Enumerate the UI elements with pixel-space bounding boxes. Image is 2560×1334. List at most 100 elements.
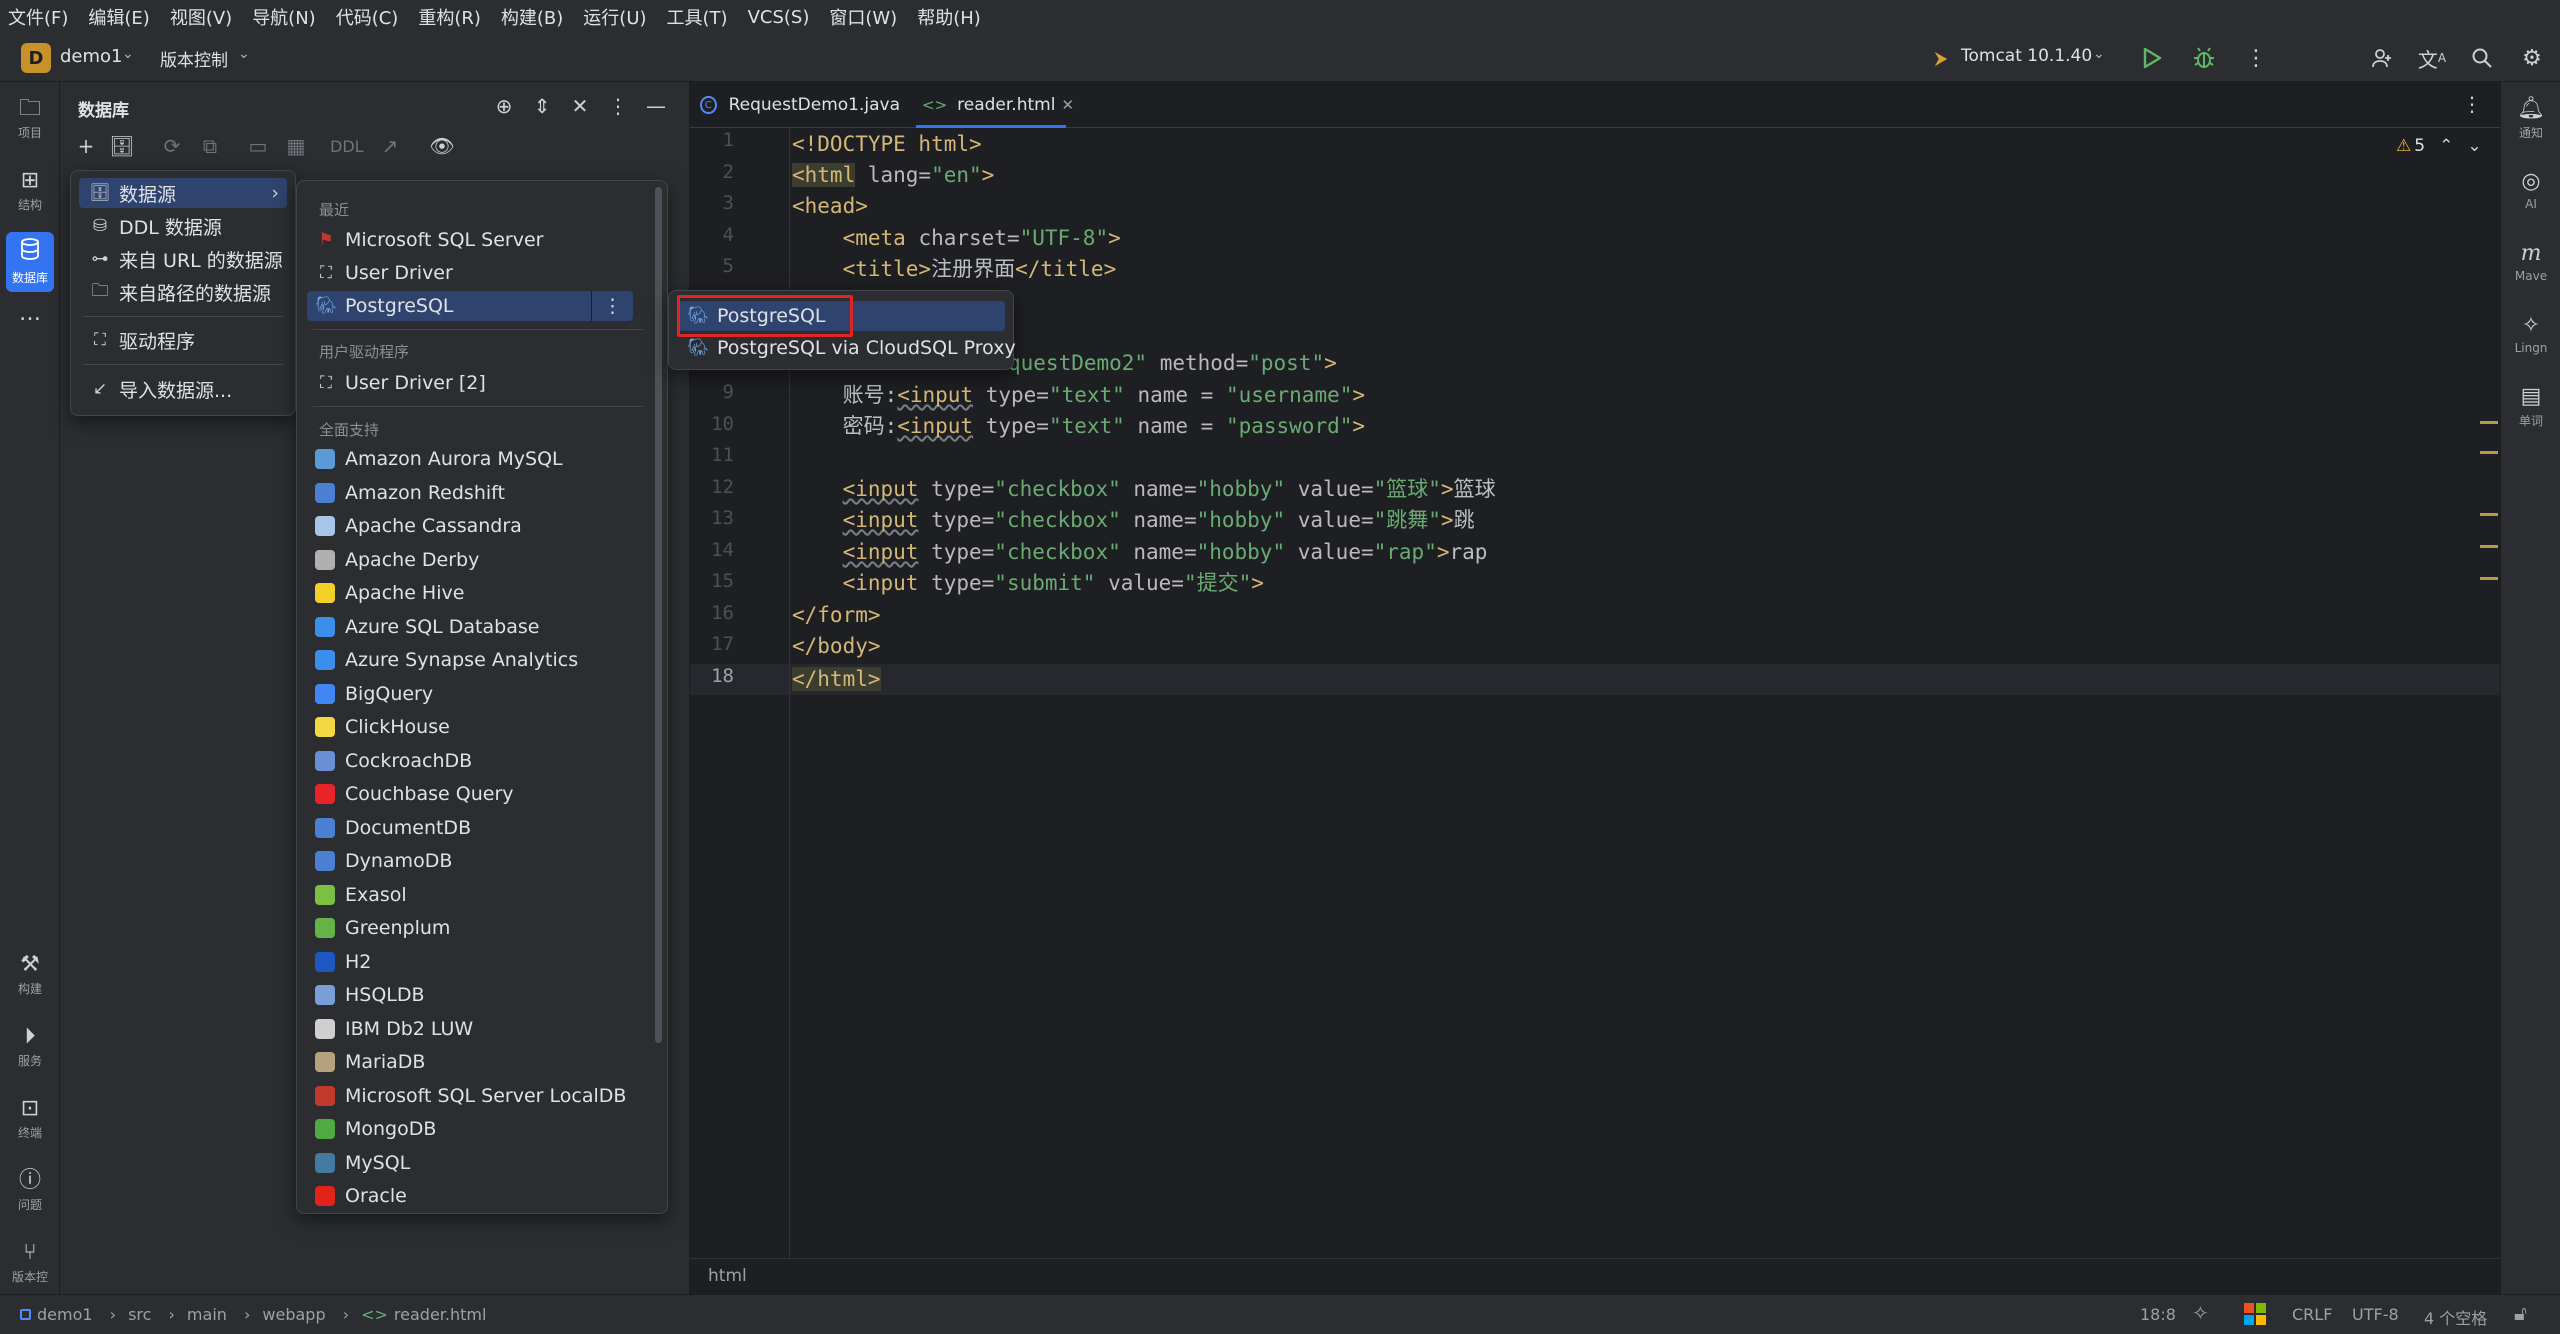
warning-marker[interactable] bbox=[2480, 577, 2498, 580]
ds-full-clickhouse[interactable]: ClickHouse bbox=[307, 712, 647, 742]
menu-item-import[interactable]: ↙ 导入数据源... bbox=[79, 374, 287, 404]
tool-database[interactable]: 数据库 bbox=[6, 232, 54, 292]
settings-gear-icon[interactable]: ⚙ bbox=[2516, 42, 2548, 74]
line-number[interactable]: 15 bbox=[690, 570, 734, 592]
hide-icon[interactable]: — bbox=[640, 90, 672, 122]
tool-dictionary[interactable]: ▤ 单词 bbox=[2507, 376, 2555, 436]
menu-8[interactable]: 工具(T) bbox=[667, 4, 728, 30]
scrollbar-thumb[interactable] bbox=[655, 187, 662, 1043]
close-tab-icon[interactable]: ✕ bbox=[1061, 96, 1074, 114]
vcs-widget[interactable]: 版本控制 bbox=[160, 46, 228, 71]
line-number[interactable]: 16 bbox=[690, 602, 734, 624]
tool-lingma[interactable]: ✧ Lingn bbox=[2507, 304, 2555, 364]
add-icon[interactable]: + bbox=[70, 130, 102, 162]
run-config-selector[interactable]: Tomcat 10.1.40 bbox=[1961, 46, 2092, 66]
ds-full-mysql[interactable]: MySQL bbox=[307, 1148, 647, 1178]
breadcrumb-item[interactable]: demo1 bbox=[37, 1305, 93, 1324]
warning-marker[interactable] bbox=[2480, 451, 2498, 454]
chevron-up-icon[interactable]: ⌃ bbox=[2439, 136, 2453, 156]
ds-recent-mssql[interactable]: ⚑ Microsoft SQL Server bbox=[307, 225, 647, 255]
ds-full-azure-sql-database[interactable]: Azure SQL Database bbox=[307, 612, 647, 642]
windows-logo-icon[interactable] bbox=[2244, 1303, 2266, 1329]
project-name[interactable]: demo1 bbox=[60, 46, 123, 67]
ds-full-h2[interactable]: H2 bbox=[307, 947, 647, 977]
ds-full-mariadb[interactable]: MariaDB bbox=[307, 1047, 647, 1077]
table-icon[interactable]: ▦ bbox=[280, 130, 312, 162]
breadcrumb-item[interactable]: main bbox=[187, 1305, 227, 1324]
tab-requestdemo1[interactable]: C RequestDemo1.java bbox=[700, 82, 900, 128]
caret-position[interactable]: 18:8 bbox=[2140, 1305, 2176, 1324]
tool-notifications[interactable]: 🔔︎ 通知 bbox=[2507, 88, 2555, 148]
translate-icon[interactable]: 文A bbox=[2416, 42, 2448, 74]
line-number[interactable]: 17 bbox=[690, 633, 734, 655]
line-number[interactable]: 11 bbox=[690, 444, 734, 466]
menu-1[interactable]: 编辑(E) bbox=[88, 4, 149, 30]
tool-ai[interactable]: ◎ AI bbox=[2507, 160, 2555, 220]
ds-full-ibm-db2-luw[interactable]: IBM Db2 LUW bbox=[307, 1014, 647, 1044]
ds-full-greenplum[interactable]: Greenplum bbox=[307, 913, 647, 943]
indent-setting[interactable]: 4 个空格 bbox=[2424, 1305, 2487, 1329]
ds-full-documentdb[interactable]: DocumentDB bbox=[307, 813, 647, 843]
ds-full-azure-synapse-analytics[interactable]: Azure Synapse Analytics bbox=[307, 645, 647, 675]
tool-structure[interactable]: ⊞ 结构 bbox=[6, 160, 54, 220]
ds-full-couchbase-query[interactable]: Couchbase Query bbox=[307, 779, 647, 809]
line-number[interactable]: 5 bbox=[690, 255, 734, 277]
jump-icon[interactable]: ↗ bbox=[374, 130, 406, 162]
tab-reader-html[interactable]: <> reader.html ✕ bbox=[916, 82, 1074, 128]
ds-full-microsoft-sql-server-localdb[interactable]: Microsoft SQL Server LocalDB bbox=[307, 1081, 647, 1111]
menu-7[interactable]: 运行(U) bbox=[583, 4, 646, 30]
tab-options-icon[interactable]: ⋮ bbox=[2462, 92, 2482, 116]
file-encoding[interactable]: UTF-8 bbox=[2352, 1305, 2399, 1324]
ds-full-amazon-redshift[interactable]: Amazon Redshift bbox=[307, 478, 647, 508]
refresh-icon[interactable]: ⟳ bbox=[156, 130, 188, 162]
line-number[interactable]: 13 bbox=[690, 507, 734, 529]
console-icon[interactable]: ▭ bbox=[242, 130, 274, 162]
ds-full-mongodb[interactable]: MongoDB bbox=[307, 1114, 647, 1144]
account-icon[interactable] bbox=[2366, 42, 2398, 74]
warning-marker[interactable] bbox=[2480, 421, 2498, 424]
view-eye-icon[interactable]: 👁︎ bbox=[426, 130, 458, 162]
menu-item-ddl-datasource[interactable]: ⛁ DDL 数据源 bbox=[79, 211, 287, 241]
ddl-button[interactable]: DDL bbox=[330, 137, 364, 156]
menu-item-drivers[interactable]: ⛶ 驱动程序 bbox=[79, 325, 287, 355]
menu-0[interactable]: 文件(F) bbox=[8, 4, 68, 30]
breadcrumb-html[interactable]: html bbox=[708, 1266, 747, 1286]
run-icon[interactable] bbox=[2136, 42, 2168, 74]
ds-full-amazon-aurora-mysql[interactable]: Amazon Aurora MySQL bbox=[307, 444, 647, 474]
breadcrumb-item[interactable]: reader.html bbox=[394, 1305, 487, 1324]
menu-4[interactable]: 代码(C) bbox=[336, 4, 399, 30]
more-options-icon[interactable]: ⋮ bbox=[591, 291, 633, 321]
chevron-down-icon[interactable]: ⌄ bbox=[122, 46, 134, 62]
chevron-down-icon[interactable]: ⌄ bbox=[2467, 136, 2481, 156]
tool-project[interactable]: 🗀 项目 bbox=[6, 88, 54, 148]
ds-full-exasol[interactable]: Exasol bbox=[307, 880, 647, 910]
ds-full-apache-derby[interactable]: Apache Derby bbox=[307, 545, 647, 575]
ds-full-oracle[interactable]: Oracle bbox=[307, 1181, 647, 1211]
line-number[interactable]: 4 bbox=[690, 224, 734, 246]
project-badge[interactable]: D bbox=[21, 43, 51, 73]
line-number[interactable]: 1 bbox=[690, 129, 734, 151]
ds-full-dynamodb[interactable]: DynamoDB bbox=[307, 846, 647, 876]
tool-maven[interactable]: m Mave bbox=[2507, 232, 2555, 292]
stop-icon[interactable]: ⧉ bbox=[194, 130, 226, 162]
warning-marker[interactable] bbox=[2480, 545, 2498, 548]
menu-5[interactable]: 重构(R) bbox=[418, 4, 481, 30]
menu-3[interactable]: 导航(N) bbox=[252, 4, 316, 30]
tool-build[interactable]: ⚒ 构建 bbox=[6, 944, 54, 1004]
tool-more[interactable]: … bbox=[6, 292, 54, 336]
submenu-postgresql-cloudsql[interactable]: 🐘︎ PostgreSQL via CloudSQL Proxy bbox=[679, 333, 1016, 363]
ds-full-bigquery[interactable]: BigQuery bbox=[307, 679, 647, 709]
menu-2[interactable]: 视图(V) bbox=[170, 4, 232, 30]
search-icon[interactable] bbox=[2466, 42, 2498, 74]
warning-marker[interactable] bbox=[2480, 513, 2498, 516]
options-icon[interactable]: ⋮ bbox=[602, 90, 634, 122]
menu-6[interactable]: 构建(B) bbox=[501, 4, 563, 30]
tool-terminal[interactable]: ⊡ 终端 bbox=[6, 1088, 54, 1148]
line-number[interactable]: 2 bbox=[690, 161, 734, 183]
menu-11[interactable]: 帮助(H) bbox=[917, 4, 981, 30]
ds-full-hsqldb[interactable]: HSQLDB bbox=[307, 980, 647, 1010]
menu-10[interactable]: 窗口(W) bbox=[829, 4, 897, 30]
menu-9[interactable]: VCS(S) bbox=[748, 7, 810, 28]
expand-collapse-icon[interactable]: ⇕ bbox=[526, 90, 558, 122]
inspection-widget[interactable]: ⚠ 5 ⌃ ⌄ bbox=[2396, 136, 2482, 156]
